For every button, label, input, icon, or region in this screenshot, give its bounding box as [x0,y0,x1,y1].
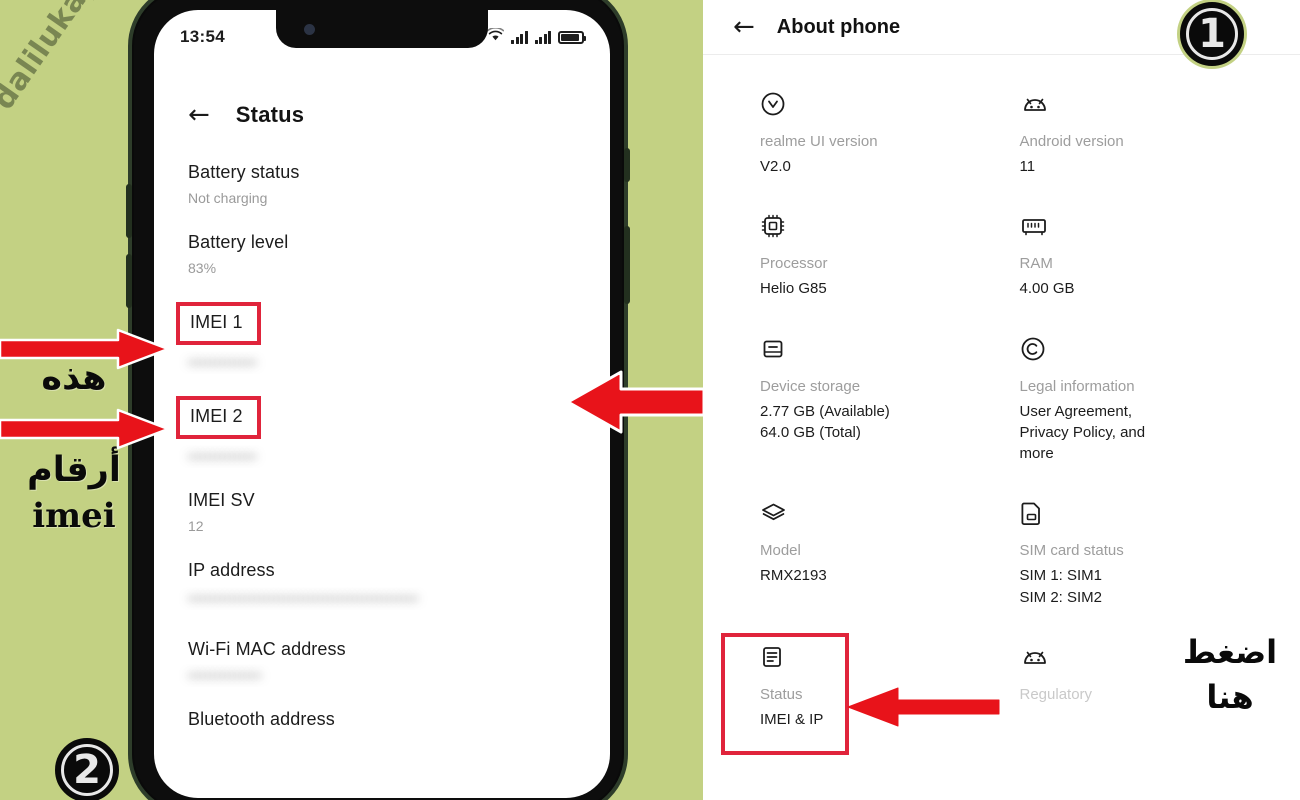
item-label: IMEI SV [188,490,255,510]
status-bar-clock: 13:54 [180,27,225,46]
card-value: V2.0 [760,158,791,175]
card-processor[interactable]: Processor Helio G85 [703,211,1002,333]
annotation-line-2: هنا [1206,677,1254,716]
android-robot-icon [1020,89,1277,119]
sim-tray-slot [624,148,630,182]
phone-page-header: ← Status [154,102,610,128]
device-storage-icon [760,334,978,364]
annotation-line-2: أرقام [27,450,121,491]
signal-bars-icon [511,30,528,44]
card-android-version[interactable]: Android version 11 [1002,89,1300,211]
item-value-redacted: •••••••••••••• [188,448,257,464]
layers-model-icon [760,498,978,528]
card-legal-information[interactable]: Legal information User Agreement, Privac… [1002,334,1300,499]
annotation-line-3: imei [32,495,116,536]
card-value: SIM 1: SIM1 SIM 2: SIM2 [1019,567,1103,606]
annotation-line-1: اضغط [1182,633,1278,671]
imei-1-highlight-box: IMEI 1 [176,302,261,345]
item-label: IP address [188,560,275,580]
card-label: RAM [1019,255,1053,273]
item-label: IMEI 1 [190,312,243,332]
arrow-to-imei-1 [0,328,170,370]
card-value: Helio G85 [760,280,827,298]
card-label: Android version [1019,133,1124,150]
arrow-to-imei-2 [0,408,170,450]
processor-chip-icon [760,211,978,241]
item-value-redacted: •••••••••••••• [188,354,257,370]
card-ram[interactable]: RAM 4.00 GB [1002,211,1300,333]
volume-down-button[interactable] [126,254,132,308]
item-value: Not charging [188,190,268,206]
card-label: Device storage [760,377,861,395]
battery-icon [558,30,586,44]
list-item-bluetooth-address[interactable]: Bluetooth address [188,709,576,730]
card-device-storage[interactable]: Device storage 2.77 GB (Available) 64.0 … [703,334,1002,499]
step-badge-two-number: 2 [61,744,113,796]
step-badge-one-number: 1 [1186,8,1238,60]
item-value: 12 [188,518,204,534]
item-label: Wi-Fi MAC address [188,639,346,659]
copyright-icon [1020,334,1277,364]
phone-screen: 13:54 ← Status Battery status Not chargi… [154,10,610,798]
card-value: User Agreement, Privacy Policy, and more [1019,402,1146,463]
sim-card-icon [1020,498,1277,528]
phone-notch [276,10,488,48]
card-label: SIM card status [1019,542,1124,560]
item-value-redacted: ••••••••••••••• [188,667,262,683]
list-item-imei-1[interactable]: IMEI 1 •••••••••••••• [176,302,576,370]
list-item-battery-status[interactable]: Battery status Not charging [188,162,576,206]
card-label: Processor [760,255,828,273]
panel-title: About phone [776,15,901,38]
version-circle-icon [760,89,978,119]
volume-up-button[interactable] [126,184,132,238]
list-item-imei-sv[interactable]: IMEI SV 12 [188,490,576,534]
card-model[interactable]: Model RMX2193 [703,498,1002,642]
item-value-redacted: ••••••••••••••••••••••••••••••••••••••••… [188,590,419,606]
card-value: 2.77 GB (Available) 64.0 GB (Total) [760,402,890,441]
imei-2-highlight-box: IMEI 2 [176,396,261,439]
wifi-icon [486,26,505,46]
tutorial-screenshot: dalilukayf.com dalilukayf.com 13:54 [0,0,1300,800]
card-value: 4.00 GB [1019,280,1075,298]
card-label: Model [760,542,801,560]
back-arrow-icon[interactable]: ← [188,102,210,128]
step-badge-two: 2 [55,738,119,800]
status-bar-icons [486,26,586,46]
status-item-list: Battery status Not charging Battery leve… [154,162,610,756]
phone-mockup: 13:54 ← Status Battery status Not chargi… [126,0,630,800]
card-label: realme UI version [760,133,878,150]
page-title: Status [235,102,305,127]
status-document-icon [760,642,978,672]
front-camera-icon [304,24,315,35]
list-item-battery-level[interactable]: Battery level 83% [188,232,576,276]
power-button[interactable] [624,226,630,304]
annotation-press-here: اضغط هنا [1166,634,1294,716]
step-badge-one: 1 [1180,2,1244,66]
ram-memory-icon [1020,211,1277,241]
back-arrow-icon[interactable]: ← [733,14,755,40]
card-label: Legal information [1019,377,1135,395]
card-realme-ui-version[interactable]: realme UI version V2.0 [703,89,1002,211]
list-item-imei-2[interactable]: IMEI 2 •••••••••••••• [176,396,576,464]
arrow-panel-to-phone [565,368,705,436]
item-label: IMEI 2 [190,406,243,426]
list-item-wifi-mac-address[interactable]: Wi-Fi MAC address ••••••••••••••• [188,639,576,683]
signal-bars-secondary-icon [534,30,551,44]
item-value: 83% [188,260,217,276]
item-label: Bluetooth address [188,709,335,729]
item-label: Battery level [188,232,289,252]
list-item-ip-address[interactable]: IP address •••••••••••••••••••••••••••••… [188,560,576,609]
card-value: RMX2193 [760,567,827,585]
arrow-to-status-card [845,685,1000,729]
item-label: Battery status [188,162,300,182]
card-sim-card-status[interactable]: SIM card status SIM 1: SIM1 SIM 2: SIM2 [1002,498,1300,642]
card-value: 11 [1019,158,1036,175]
